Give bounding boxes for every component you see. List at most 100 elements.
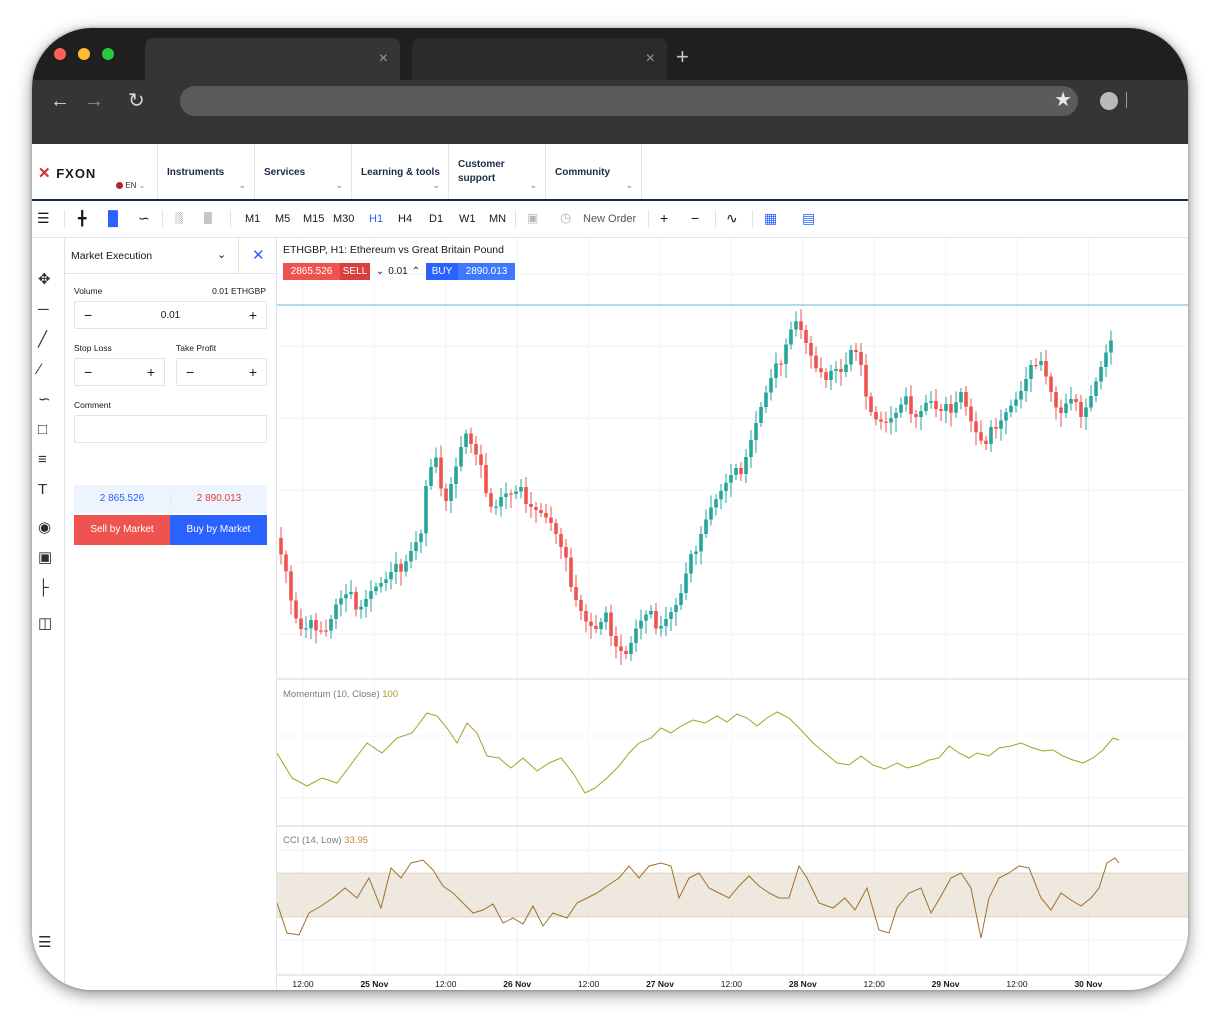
candle-body: [334, 604, 338, 619]
browser-tab-active[interactable]: ×: [145, 38, 400, 80]
candle-body: [1074, 399, 1078, 402]
timeframe-m30[interactable]: M30: [333, 212, 354, 226]
menu-community[interactable]: Community ⌄: [545, 144, 642, 199]
panel-close-button[interactable]: ✕: [238, 238, 277, 274]
timeframe-m15[interactable]: M15: [303, 212, 324, 226]
volume-profile-icon[interactable]: ▒: [204, 210, 212, 226]
candle-body: [434, 457, 438, 467]
volume-increase-button[interactable]: +: [249, 307, 257, 323]
menu-label: Community: [555, 167, 610, 178]
timeframe-h4[interactable]: H4: [398, 212, 412, 226]
eye-icon[interactable]: ◉: [38, 520, 51, 536]
rectangle-icon[interactable]: □: [38, 422, 47, 438]
take-profit-stepper[interactable]: − +: [176, 358, 267, 386]
take-profit-decrease-button[interactable]: −: [186, 364, 194, 380]
candle-body: [859, 352, 863, 365]
menu-learning-tools[interactable]: Learning & tools ⌄: [351, 144, 448, 199]
profile-avatar-icon[interactable]: [1100, 92, 1118, 110]
fibonacci-icon[interactable]: ≡: [38, 452, 47, 468]
browser-tab[interactable]: ×: [412, 38, 667, 80]
chevron-down-icon[interactable]: ⌄: [217, 248, 226, 261]
indicators-icon[interactable]: ∿: [726, 210, 738, 226]
volume-stepper[interactable]: − 0.01 +: [74, 301, 267, 329]
menu-instruments[interactable]: Instruments ⌄: [157, 144, 254, 199]
bar-chart-type-icon[interactable]: ╋: [78, 210, 86, 226]
zoom-in-button[interactable]: +: [660, 210, 668, 226]
chart-canvas[interactable]: 12:00 25 Nov 12:00 26 Nov 12:00 27 Nov 12:00 28…: [277, 238, 1188, 990]
trend-line-icon[interactable]: ╱: [38, 332, 47, 348]
back-arrow-icon[interactable]: ←: [50, 91, 70, 111]
tab-close-icon[interactable]: ×: [379, 50, 388, 68]
tab-close-icon[interactable]: ×: [646, 50, 655, 68]
lot-size[interactable]: 0.01: [386, 263, 410, 280]
calendar-icon[interactable]: ▦: [764, 210, 777, 226]
candle-body: [459, 447, 463, 467]
candle-body: [834, 369, 838, 371]
take-profit-increase-button[interactable]: +: [249, 364, 257, 380]
comment-input[interactable]: [74, 415, 267, 443]
crosshair-icon[interactable]: ✥: [38, 272, 51, 288]
candle-body: [279, 538, 283, 555]
zoom-out-button[interactable]: −: [691, 210, 699, 226]
timeframe-mn[interactable]: MN: [489, 212, 506, 226]
object-tree-icon[interactable]: ├: [38, 580, 49, 596]
language-selector[interactable]: EN ⌄: [116, 181, 145, 190]
timeframe-m5[interactable]: M5: [275, 212, 290, 226]
list-icon[interactable]: ☰: [38, 935, 51, 951]
fxon-logo[interactable]: ✕ FXON: [38, 164, 96, 182]
parallel-channel-icon[interactable]: ∕: [38, 362, 41, 378]
buy-button[interactable]: BUY: [426, 263, 458, 280]
chevron-down-icon[interactable]: ⌄: [375, 263, 385, 280]
timeframe-h1[interactable]: H1: [369, 212, 383, 226]
reload-icon[interactable]: ↻: [128, 91, 145, 111]
candle-body: [749, 440, 753, 457]
chevron-up-icon[interactable]: ⌃: [410, 263, 422, 280]
bookmark-star-icon[interactable]: ★: [1054, 89, 1072, 111]
volume-bars-icon[interactable]: ░: [175, 210, 183, 226]
candle-body: [604, 612, 608, 622]
notes-icon[interactable]: ▤: [802, 210, 815, 226]
time-axis-label: 26 Nov: [503, 979, 531, 989]
sell-price[interactable]: 2865.526: [283, 263, 340, 280]
maximize-window-dot[interactable]: [102, 48, 114, 60]
new-order-button[interactable]: New Order: [583, 212, 636, 226]
polyline-icon[interactable]: ∽: [38, 392, 51, 408]
buy-price[interactable]: 2890.013: [458, 263, 515, 280]
close-window-dot[interactable]: [54, 48, 66, 60]
menu-services[interactable]: Services ⌄: [254, 144, 351, 199]
chart-area[interactable]: 12:00 25 Nov 12:00 26 Nov 12:00 27 Nov 12:00 28…: [277, 238, 1188, 990]
drawing-tools-sidebar: ✥ ─ ╱ ∕ ∽ □ ≡ T ◉ ▣ ├ ◫ ☰: [32, 238, 65, 990]
line-chart-type-icon[interactable]: ∽: [138, 210, 150, 226]
candle-body: [494, 506, 498, 508]
stop-loss-decrease-button[interactable]: −: [84, 364, 92, 380]
minimize-window-dot[interactable]: [78, 48, 90, 60]
lock-icon[interactable]: ▣: [38, 550, 52, 566]
candle-body: [619, 646, 623, 651]
sell-by-market-button[interactable]: Sell by Market: [74, 515, 170, 545]
candle-body: [329, 619, 333, 631]
candle-body: [469, 433, 473, 444]
ruler-icon[interactable]: ─: [38, 302, 49, 318]
buy-by-market-button[interactable]: Buy by Market: [170, 515, 267, 545]
timeframe-d1[interactable]: D1: [429, 212, 443, 226]
new-tab-button[interactable]: +: [676, 46, 689, 68]
address-bar[interactable]: ★: [180, 86, 1078, 116]
order-type-selector[interactable]: Market Execution ⌄ ✕: [65, 238, 276, 274]
screenshot-icon[interactable]: ▣: [527, 210, 538, 226]
sell-button[interactable]: SELL: [340, 263, 370, 280]
candle-body: [654, 611, 658, 629]
trash-icon[interactable]: ◫: [38, 616, 52, 632]
stop-loss-stepper[interactable]: − +: [74, 358, 165, 386]
volume-value[interactable]: 0.01: [75, 310, 266, 321]
hamburger-menu-icon[interactable]: ☰: [37, 210, 50, 226]
candle-body: [379, 583, 383, 587]
timeframe-w1[interactable]: W1: [459, 212, 476, 226]
candle-body: [894, 412, 898, 418]
timeframe-m1[interactable]: M1: [245, 212, 260, 226]
menu-customer-support[interactable]: Customer support ⌄: [448, 144, 545, 199]
forward-arrow-icon[interactable]: →: [84, 91, 104, 111]
stop-loss-increase-button[interactable]: +: [147, 364, 155, 380]
candle-body: [409, 551, 413, 562]
text-tool-icon[interactable]: T: [38, 482, 47, 498]
candlestick-chart-type-icon[interactable]: █: [108, 210, 118, 226]
